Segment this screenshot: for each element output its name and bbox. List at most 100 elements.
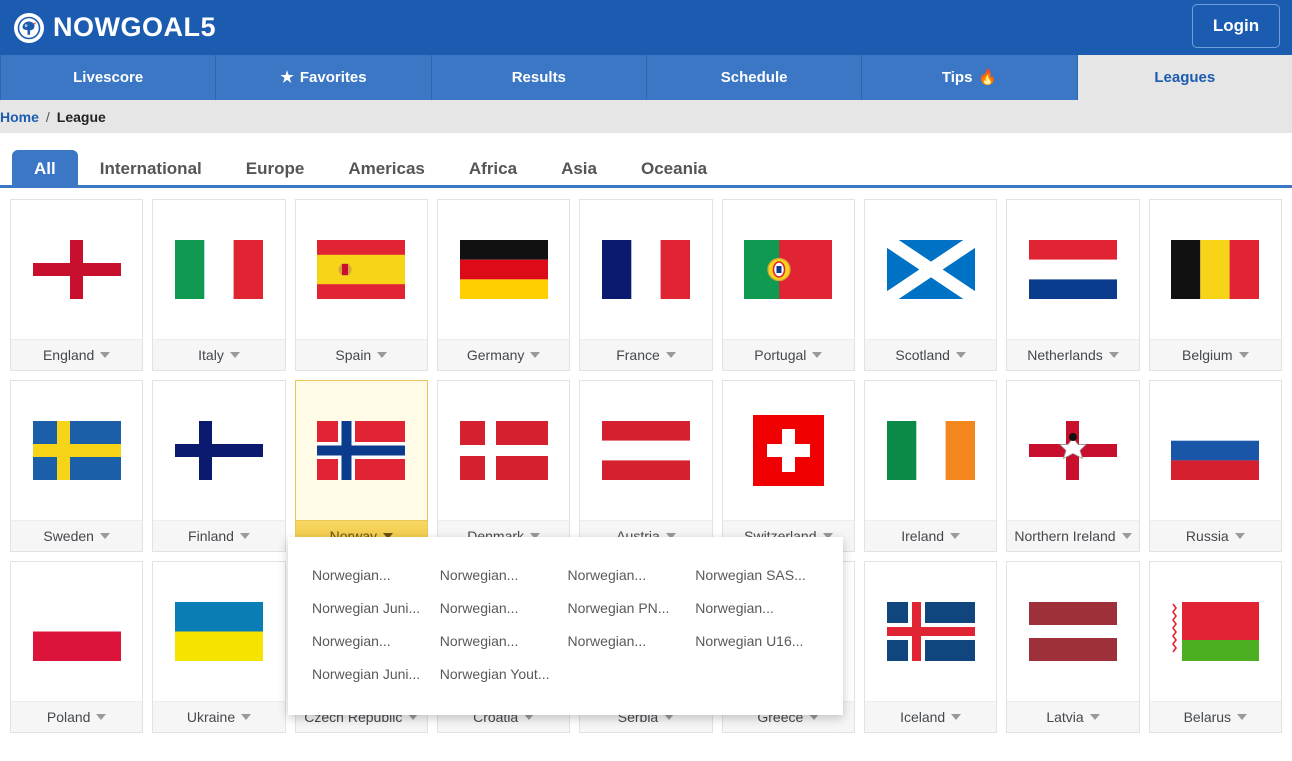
league-dropdown-item[interactable]: Norwegian... [440, 633, 564, 649]
country-card-portugal[interactable]: Portugal [722, 199, 855, 371]
league-dropdown-item[interactable]: Norwegian Juni... [312, 600, 436, 616]
country-card-austria[interactable]: Austria [579, 380, 712, 552]
tab-africa[interactable]: Africa [447, 150, 539, 188]
chevron-down-icon [230, 352, 240, 358]
tab-americas[interactable]: Americas [326, 150, 447, 188]
country-card-norway[interactable]: Norway [295, 380, 428, 552]
country-card-germany[interactable]: Germany [437, 199, 570, 371]
nav-item-favorites[interactable]: ★ Favorites [216, 55, 431, 100]
country-card-switzerland[interactable]: Switzerland [722, 380, 855, 552]
country-card-label[interactable]: Ukraine [153, 701, 284, 732]
tab-all[interactable]: All [12, 150, 78, 188]
league-dropdown-item[interactable]: Norwegian... [568, 633, 692, 649]
country-card-label[interactable]: Spain [296, 339, 427, 370]
country-card-label[interactable]: Northern Ireland [1007, 520, 1138, 551]
chevron-down-icon [1235, 533, 1245, 539]
country-card-italy[interactable]: Italy [152, 199, 285, 371]
flag-finland-icon [153, 381, 284, 520]
chevron-down-icon [1122, 533, 1132, 539]
country-card-label[interactable]: Sweden [11, 520, 142, 551]
flag-denmark-icon [438, 381, 569, 520]
chevron-down-icon [1239, 352, 1249, 358]
country-card-label[interactable]: Ireland [865, 520, 996, 551]
flag-switzerland-icon [723, 381, 854, 520]
country-name: Russia [1186, 528, 1229, 544]
flag-portugal-icon [723, 200, 854, 339]
country-card-france[interactable]: France [579, 199, 712, 371]
country-card-label[interactable]: Belarus [1150, 701, 1281, 732]
country-card-netherlands[interactable]: Netherlands [1006, 199, 1139, 371]
country-name: Iceland [900, 709, 945, 725]
league-dropdown-item[interactable]: Norwegian U16... [695, 633, 819, 649]
country-card-northern-ireland[interactable]: Northern Ireland [1006, 380, 1139, 552]
country-card-denmark[interactable]: Denmark [437, 380, 570, 552]
nav-item-results[interactable]: Results [432, 55, 647, 100]
country-card-england[interactable]: England [10, 199, 143, 371]
country-card-label[interactable]: Germany [438, 339, 569, 370]
country-card-belgium[interactable]: Belgium [1149, 199, 1282, 371]
flag-italy-icon [153, 200, 284, 339]
country-card-iceland[interactable]: Iceland [864, 561, 997, 733]
brand-logo[interactable]: NOWGOAL5 [14, 13, 216, 43]
country-card-label[interactable]: Italy [153, 339, 284, 370]
flag-norway-icon [296, 381, 427, 520]
tab-oceania[interactable]: Oceania [619, 150, 729, 188]
tab-asia[interactable]: Asia [539, 150, 619, 188]
country-card-label[interactable]: Netherlands [1007, 339, 1138, 370]
nav-item-livescore[interactable]: Livescore [0, 55, 216, 100]
country-name: Netherlands [1027, 347, 1103, 363]
country-card-label[interactable]: England [11, 339, 142, 370]
league-dropdown-item[interactable]: Norwegian... [312, 633, 436, 649]
country-card-latvia[interactable]: Latvia [1006, 561, 1139, 733]
flag-austria-icon [580, 381, 711, 520]
chevron-down-icon [666, 352, 676, 358]
country-name: Poland [47, 709, 91, 725]
league-dropdown-item[interactable]: Norwegian... [695, 600, 819, 616]
country-card-label[interactable]: Poland [11, 701, 142, 732]
country-name: France [616, 347, 660, 363]
league-dropdown-item[interactable]: Norwegian... [568, 567, 692, 583]
country-card-label[interactable]: Russia [1150, 520, 1281, 551]
league-dropdown-item[interactable]: Norwegian... [440, 600, 564, 616]
breadcrumb-home-link[interactable]: Home [0, 109, 39, 125]
country-card-sweden[interactable]: Sweden [10, 380, 143, 552]
country-card-scotland[interactable]: Scotland [864, 199, 997, 371]
league-dropdown-item[interactable]: Norwegian SAS... [695, 567, 819, 583]
country-card-ireland[interactable]: Ireland [864, 380, 997, 552]
nav-item-leagues[interactable]: Leagues [1078, 55, 1292, 100]
star-icon: ★ [280, 70, 293, 85]
country-name: Spain [335, 347, 371, 363]
country-card-label[interactable]: Iceland [865, 701, 996, 732]
country-name: Belgium [1182, 347, 1233, 363]
country-card-poland[interactable]: Poland [10, 561, 143, 733]
login-button[interactable]: Login [1192, 4, 1280, 48]
league-dropdown-item[interactable]: Norwegian Juni... [312, 666, 436, 682]
league-dropdown-item[interactable]: Norwegian PN... [568, 600, 692, 616]
league-dropdown-item[interactable]: Norwegian... [312, 567, 436, 583]
nav-item-schedule[interactable]: Schedule [647, 55, 862, 100]
country-card-russia[interactable]: Russia [1149, 380, 1282, 552]
country-name: Belarus [1184, 709, 1231, 725]
chevron-down-icon [1237, 714, 1247, 720]
league-dropdown-item[interactable]: Norwegian... [440, 567, 564, 583]
country-card-label[interactable]: Portugal [723, 339, 854, 370]
nav-item-tips[interactable]: Tips 🔥 [862, 55, 1077, 100]
country-card-spain[interactable]: Spain [295, 199, 428, 371]
tab-europe[interactable]: Europe [224, 150, 327, 188]
flag-netherlands-icon [1007, 200, 1138, 339]
chevron-down-icon [1109, 352, 1119, 358]
country-card-label[interactable]: Scotland [865, 339, 996, 370]
country-card-label[interactable]: Finland [153, 520, 284, 551]
country-card-label[interactable]: Belgium [1150, 339, 1281, 370]
flag-england-icon [11, 200, 142, 339]
country-card-label[interactable]: France [580, 339, 711, 370]
league-dropdown-item[interactable]: Norwegian Yout... [440, 666, 564, 682]
country-card-ukraine[interactable]: Ukraine [152, 561, 285, 733]
country-card-belarus[interactable]: Belarus [1149, 561, 1282, 733]
tab-label-international: International [100, 159, 202, 179]
tab-international[interactable]: International [78, 150, 224, 188]
country-card-label[interactable]: Latvia [1007, 701, 1138, 732]
chevron-down-icon [530, 352, 540, 358]
eagle-head-logo-icon [14, 13, 44, 43]
country-card-finland[interactable]: Finland [152, 380, 285, 552]
